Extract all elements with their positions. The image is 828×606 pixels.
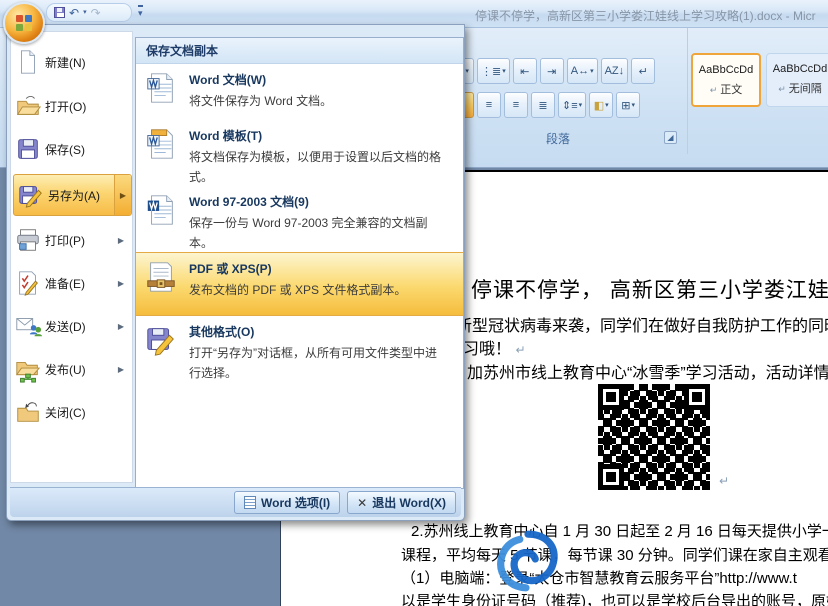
line-spacing-button[interactable]: ⇕≡▾ [558, 92, 586, 118]
print-icon [11, 226, 45, 254]
menu-item-publish[interactable]: 发布(U) ▶ [11, 349, 132, 389]
chevron-down-icon[interactable]: ▾ [605, 101, 609, 109]
paragraph-mark-icon: ↵ [515, 343, 525, 357]
shading-button[interactable]: ◧▾ [589, 92, 613, 118]
pdf-xps-icon [144, 260, 180, 315]
submenu-header: 保存文档副本 [136, 38, 463, 64]
align-right-button[interactable]: ≡ [504, 92, 528, 118]
word-options-button[interactable]: Word 选项(I) [234, 491, 340, 514]
office-menu-footer: Word 选项(I) ✕ 退出 Word(X) [10, 487, 461, 517]
word-document-icon [144, 71, 180, 120]
submenu-arrow-icon: ▶ [118, 322, 124, 331]
show-hide-marks-button[interactable]: ↵ [631, 58, 655, 84]
paragraph-mark-icon: ↵ [719, 474, 729, 488]
chevron-down-icon[interactable]: ▾ [579, 101, 583, 109]
word-template-icon [144, 127, 180, 186]
multilevel-list-button[interactable]: ⋮≣▾ [477, 58, 510, 84]
menu-item-new[interactable]: 新建(N) [11, 42, 132, 82]
qr-code-image [598, 384, 710, 490]
undo-caret-icon[interactable]: ▾ [83, 9, 87, 16]
redo-icon[interactable]: ↷ [91, 7, 101, 19]
menu-item-save[interactable]: 保存(S) [11, 129, 132, 169]
increase-indent-button[interactable]: ⇥ [540, 58, 564, 84]
doc-line: 习哦！ [463, 341, 511, 358]
menu-item-print[interactable]: 打印(P) ▶ [11, 220, 132, 260]
doc-line: 以是学生身份证号码（推荐)，也可以是学校后台导出的账号，原始密码 [401, 590, 828, 606]
style-normal[interactable]: AaBbCcDd ↵ 正文 [691, 53, 761, 107]
submenu-item-word-template[interactable]: Word 模板(T) 将文档保存为模板，以便用于设置以后文档的格式。 [136, 120, 463, 186]
send-icon [11, 312, 45, 340]
save-icon[interactable] [54, 7, 65, 18]
office-menu-left-column: 新建(N) 打开(O) 保存(S) 另存为(A) ▶ 打印(P) [10, 31, 133, 483]
justify-button[interactable]: ≣ [531, 92, 555, 118]
menu-item-send[interactable]: 发送(D) ▶ [11, 306, 132, 346]
exit-word-button[interactable]: ✕ 退出 Word(X) [347, 491, 456, 514]
submenu-arrow-icon: ▶ [114, 175, 131, 215]
qr-finder-icon [598, 384, 624, 410]
options-icon [244, 496, 256, 509]
borders-button[interactable]: ⊞▾ [616, 92, 640, 118]
open-folder-icon [11, 92, 45, 120]
doc-line: 2.苏州线上教育中心自 1 月 30 日起至 2 月 16 日每天提供小学一至 [411, 520, 828, 541]
submenu-arrow-icon: ▶ [118, 279, 124, 288]
new-document-icon [11, 48, 45, 76]
doc-title-line: 停课不停学， 高新区第三小学娄江娃线上学习攻略 [471, 274, 828, 304]
submenu-item-word-document[interactable]: Word 文档(W) 将文件保存为 Word 文档。 [136, 64, 463, 120]
chevron-down-icon[interactable]: ▾ [590, 67, 594, 75]
submenu-arrow-icon: ▶ [118, 236, 124, 245]
prepare-icon [11, 269, 45, 297]
office-logo-icon [16, 15, 32, 31]
style-name: 无间隔 [789, 83, 822, 95]
word-97-2003-icon [144, 193, 180, 252]
qr-finder-icon [684, 384, 710, 410]
asian-layout-button[interactable]: A↔▾ [567, 58, 598, 84]
save-as-submenu: 保存文档副本 Word 文档(W) 将文件保存为 Word 文档。 Word 模… [135, 37, 464, 489]
other-formats-icon [144, 323, 180, 384]
chevron-down-icon[interactable]: ▾ [502, 67, 506, 75]
chevron-down-icon[interactable]: ▾ [632, 101, 636, 109]
style-sample: AaBbCcDd [767, 63, 828, 75]
close-folder-icon [11, 398, 45, 426]
paragraph-dialog-launcher[interactable]: ◢ [664, 131, 677, 144]
paragraph-group-label: 段落 [444, 130, 672, 147]
doc-line: 课程，平均每天 5 节课，每节课 30 分钟。同学们课在家自主观看。登 [401, 544, 828, 565]
save-as-icon [14, 181, 48, 209]
save-icon [11, 135, 45, 163]
submenu-item-word-97-2003[interactable]: Word 97-2003 文档(9) 保存一份与 Word 97-2003 完全… [136, 186, 463, 252]
chevron-down-icon[interactable]: ▾ [465, 67, 469, 75]
window-title: 停课不停学，高新区第三小学娄江娃线上学习攻略(1).docx - Micr [475, 7, 816, 24]
doc-line: （1）电脑端：登录“太仓市智慧教育云服务平台”http://www.t [401, 567, 797, 588]
office-menu: 新建(N) 打开(O) 保存(S) 另存为(A) ▶ 打印(P) [6, 24, 465, 521]
menu-item-open[interactable]: 打开(O) [11, 86, 132, 126]
close-x-icon: ✕ [357, 496, 367, 510]
menu-item-save-as[interactable]: 另存为(A) ▶ [13, 174, 132, 216]
pilcrow-icon: ↵ [710, 85, 718, 95]
doc-line: 新型冠状病毒来袭，同学们在做好自我防护工作的同时，可以 [456, 312, 828, 336]
publish-icon [11, 355, 45, 383]
submenu-item-pdf-xps[interactable]: PDF 或 XPS(P) 发布文档的 PDF 或 XPS 文件格式副本。 [136, 252, 463, 316]
menu-item-close[interactable]: 关闭(C) [11, 392, 132, 432]
decrease-indent-button[interactable]: ⇤ [513, 58, 537, 84]
quick-access-toolbar[interactable]: ↶ ▾ ↷ [46, 3, 132, 22]
style-name: 正文 [720, 84, 742, 96]
sort-button[interactable]: AZ↓ [601, 58, 629, 84]
styles-group: AaBbCcDd ↵ 正文 AaBbCcDd ↵ 无间隔 [688, 28, 828, 154]
doc-line: 加苏州市线上教育中心“冰雪季”学习活动，活动详情扫描二 [467, 359, 828, 383]
pilcrow-icon: ↵ [778, 84, 786, 94]
paragraph-group: ≣▾ ⋮≣▾ ⇤ ⇥ A↔▾ AZ↓ ↵ ≡ ≡ ≡ ≣ ⇕≡▾ ◧▾ ⊞▾ 段… [444, 28, 688, 154]
align-center-button[interactable]: ≡ [477, 92, 501, 118]
submenu-arrow-icon: ▶ [118, 365, 124, 374]
submenu-item-other-formats[interactable]: 其他格式(O) 打开“另存为”对话框，从所有可用文件类型中进行选择。 [136, 316, 463, 384]
undo-icon[interactable]: ↶ [69, 7, 79, 19]
style-no-spacing[interactable]: AaBbCcDd ↵ 无间隔 [766, 53, 828, 107]
office-button[interactable] [3, 2, 45, 44]
qr-finder-icon [598, 464, 624, 490]
menu-item-prepare[interactable]: 准备(E) ▶ [11, 263, 132, 303]
blue-swirl-watermark-icon [494, 528, 560, 594]
customize-qat-icon[interactable]: ▾ [138, 5, 143, 18]
style-sample: AaBbCcDd [693, 64, 759, 76]
